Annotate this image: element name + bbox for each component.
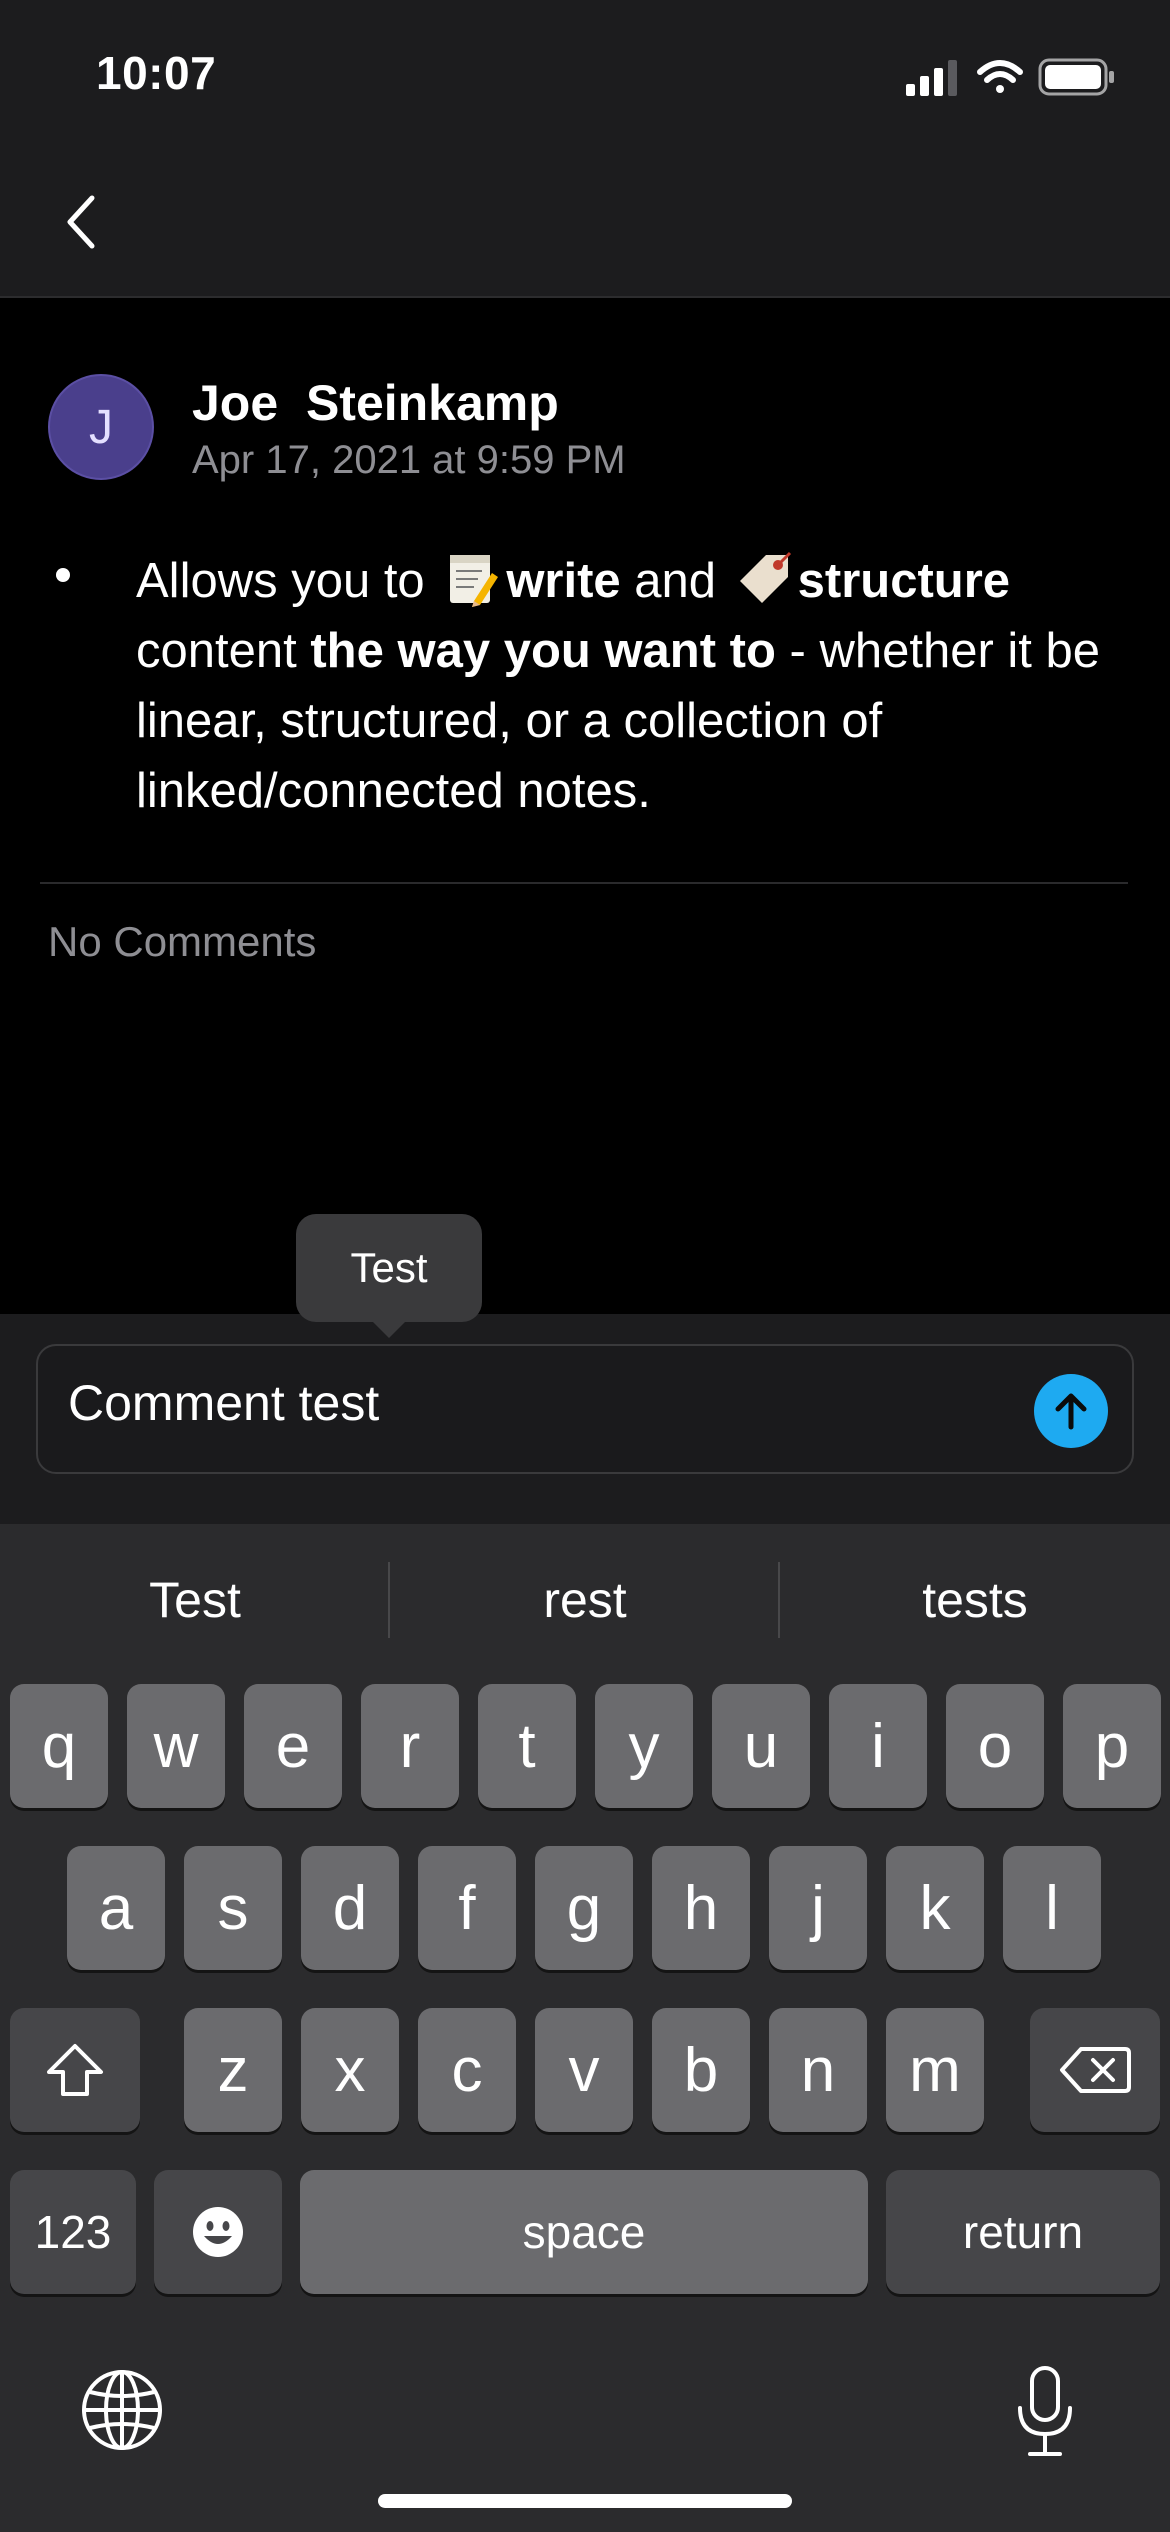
key-l[interactable]: l [1003, 1846, 1101, 1970]
avatar[interactable]: J [48, 374, 154, 480]
tooltip-pointer [369, 1318, 409, 1338]
globe-icon [82, 2370, 162, 2450]
key-j[interactable]: j [769, 1846, 867, 1970]
key-k[interactable]: k [886, 1846, 984, 1970]
content-divider [40, 882, 1128, 884]
key-f[interactable]: f [418, 1846, 516, 1970]
key-p[interactable]: p [1063, 1684, 1161, 1808]
key-i[interactable]: i [829, 1684, 927, 1808]
key-r[interactable]: r [361, 1684, 459, 1808]
author-name: Joe Steinkamp [192, 375, 559, 431]
key-o[interactable]: o [946, 1684, 1044, 1808]
chevron-left-icon [67, 195, 95, 249]
shift-key[interactable] [10, 2008, 140, 2132]
key-b[interactable]: b [652, 2008, 750, 2132]
key-y[interactable]: y [595, 1684, 693, 1808]
post-timestamp: Apr 17, 2021 at 9:59 PM [192, 438, 626, 482]
space-key[interactable]: space [300, 2170, 868, 2294]
key-w[interactable]: w [127, 1684, 225, 1808]
key-x[interactable]: x [301, 2008, 399, 2132]
post-body: Allows you to write and structure conten… [136, 546, 1116, 826]
key-g[interactable]: g [535, 1846, 633, 1970]
bullet [56, 568, 70, 582]
key-e[interactable]: e [244, 1684, 342, 1808]
home-indicator[interactable] [378, 2494, 792, 2508]
backspace-icon [1060, 2047, 1131, 2093]
dictation-key[interactable] [1010, 2364, 1080, 2460]
memo-emoji-icon [450, 555, 499, 607]
key-z[interactable]: z [184, 2008, 282, 2132]
cellular-signal-icon [906, 60, 957, 96]
back-button[interactable] [52, 182, 112, 262]
key-s[interactable]: s [184, 1846, 282, 1970]
globe-key[interactable] [80, 2368, 164, 2452]
suggestion-3[interactable]: tests [780, 1560, 1170, 1640]
key-u[interactable]: u [712, 1684, 810, 1808]
key-a[interactable]: a [67, 1846, 165, 1970]
key-h[interactable]: h [652, 1846, 750, 1970]
key-t[interactable]: t [478, 1684, 576, 1808]
label-tag-emoji-icon [739, 551, 791, 603]
suggestion-2[interactable]: rest [390, 1560, 780, 1640]
key-v[interactable]: v [535, 2008, 633, 2132]
autocorrect-tooltip[interactable]: Test [296, 1214, 482, 1322]
smiley-icon [193, 2207, 243, 2257]
key-q[interactable]: q [10, 1684, 108, 1808]
comment-input-value[interactable]: Comment test [68, 1374, 379, 1432]
send-button[interactable] [1034, 1374, 1108, 1448]
top-bar-divider [0, 296, 1170, 298]
emoji-key[interactable] [154, 2170, 282, 2294]
delete-key[interactable] [1030, 2008, 1160, 2132]
return-key[interactable]: return [886, 2170, 1160, 2294]
top-bar [0, 0, 1170, 296]
key-n[interactable]: n [769, 2008, 867, 2132]
shift-icon [47, 2044, 103, 2096]
key-m[interactable]: m [886, 2008, 984, 2132]
wifi-icon [977, 60, 1023, 93]
key-c[interactable]: c [418, 2008, 516, 2132]
battery-icon [1038, 58, 1114, 96]
key-d[interactable]: d [301, 1846, 399, 1970]
no-comments-label: No Comments [48, 918, 317, 965]
status-time: 10:07 [96, 47, 217, 99]
arrow-up-icon [1055, 1393, 1087, 1430]
numbers-key[interactable]: 123 [10, 2170, 136, 2294]
status-icons [900, 54, 1120, 98]
microphone-icon [1018, 2366, 1072, 2456]
suggestion-1[interactable]: Test [0, 1560, 390, 1640]
